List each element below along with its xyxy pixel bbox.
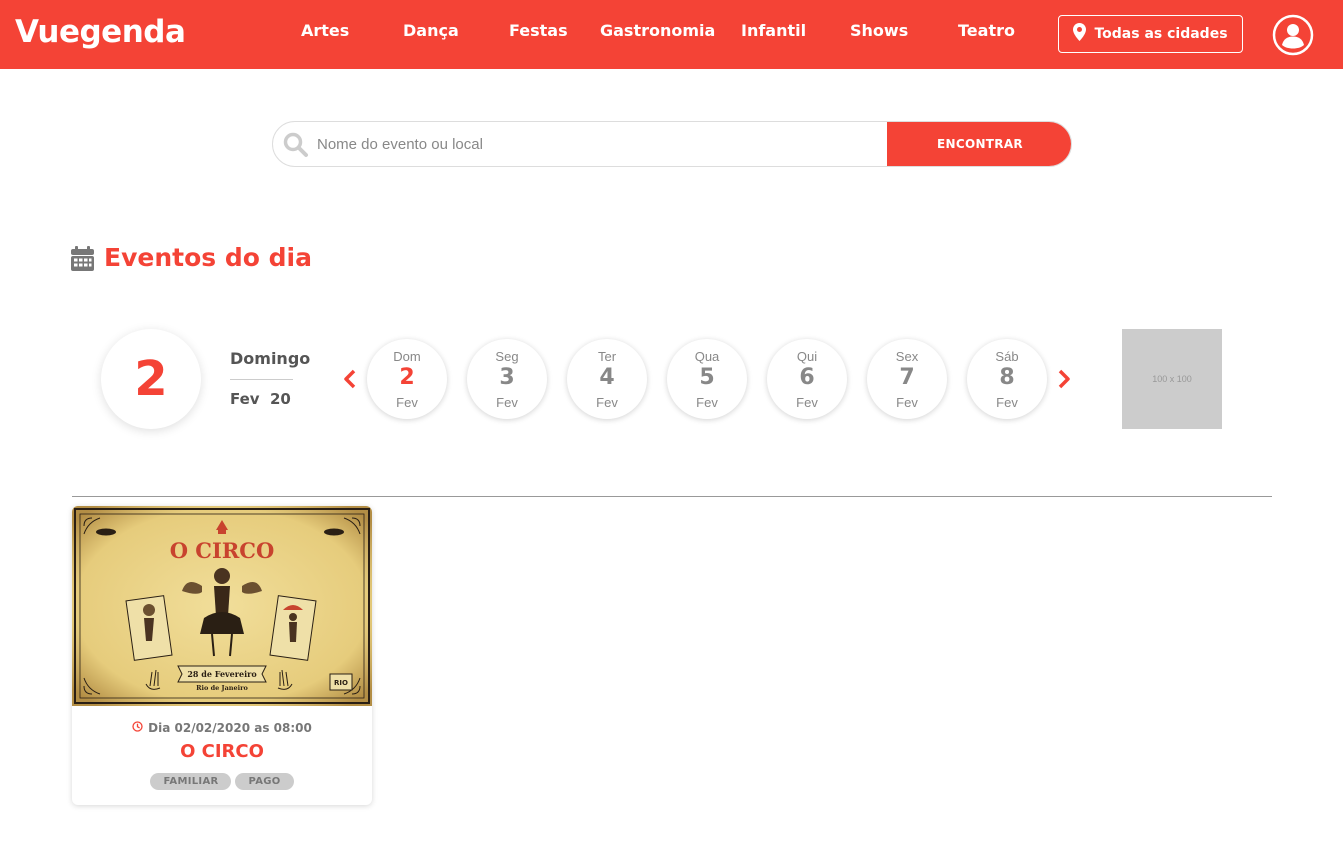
tag-badge[interactable]: FAMILIAR — [150, 773, 232, 790]
user-account-button[interactable] — [1272, 14, 1314, 56]
ad-size-label: 100 x 100 — [1152, 374, 1192, 384]
day-option[interactable]: Dom 2 Fev — [367, 339, 447, 419]
user-circle-icon — [1272, 14, 1314, 60]
day-number: 6 — [799, 365, 815, 390]
city-select-button[interactable]: Todas as cidades — [1058, 15, 1243, 53]
nav-item-teatro[interactable]: Teatro — [958, 21, 1015, 40]
day-number: 8 — [999, 365, 1015, 390]
event-poster-image: O CIRCO 28 de Fevereiro Rio de Janeiro R… — [72, 506, 372, 706]
site-logo[interactable]: Vuegenda — [15, 14, 186, 50]
ad-placeholder[interactable]: 100 x 100 — [1122, 329, 1222, 429]
day-option[interactable]: Seg 3 Fev — [467, 339, 547, 419]
section-title: Eventos do dia — [104, 243, 312, 272]
calendar-icon — [71, 246, 94, 271]
day-weekday: Qua — [694, 349, 720, 364]
day-month: Fev — [396, 395, 418, 410]
nav-item-artes[interactable]: Artes — [301, 21, 349, 40]
day-month: Fev — [996, 395, 1018, 410]
chevron-left-icon[interactable] — [342, 369, 358, 389]
day-weekday: Sex — [895, 349, 919, 364]
city-select-label: Todas as cidades — [1094, 26, 1228, 42]
search-submit-button[interactable]: ENCONTRAR — [887, 122, 1071, 166]
day-month: Fev — [896, 395, 918, 410]
event-datetime-text: Dia 02/02/2020 as 08:00 — [148, 721, 312, 735]
day-weekday: Seg — [495, 349, 519, 364]
day-month: Fev — [596, 395, 618, 410]
current-month: Fev — [230, 390, 260, 408]
clock-icon — [132, 721, 143, 735]
day-weekday: Qui — [796, 349, 818, 364]
event-tags: FAMILIAR PAGO — [72, 773, 372, 790]
poster-title: O CIRCO — [170, 538, 275, 563]
day-month: Fev — [696, 395, 718, 410]
day-weekday: Sáb — [995, 349, 1019, 364]
current-weekday: Domingo — [230, 349, 311, 368]
nav-item-festas[interactable]: Festas — [509, 21, 568, 40]
day-number: 2 — [399, 365, 415, 390]
day-option[interactable]: Sex 7 Fev — [867, 339, 947, 419]
poster-place: Rio de Janeiro — [196, 684, 248, 692]
current-year: 20 — [270, 390, 291, 408]
chevron-right-icon[interactable] — [1056, 369, 1072, 389]
day-option[interactable]: Sáb 8 Fev — [967, 339, 1047, 419]
event-datetime: Dia 02/02/2020 as 08:00 — [72, 721, 372, 735]
map-pin-icon — [1073, 22, 1087, 46]
tag-badge[interactable]: PAGO — [235, 773, 294, 790]
day-weekday: Dom — [393, 349, 421, 364]
nav-item-danca[interactable]: Dança — [403, 21, 459, 40]
date-divider — [230, 379, 293, 380]
nav-item-infantil[interactable]: Infantil — [741, 21, 806, 40]
search-icon — [283, 132, 309, 158]
day-option[interactable]: Qua 5 Fev — [667, 339, 747, 419]
day-number: 4 — [599, 365, 615, 390]
nav-item-shows[interactable]: Shows — [850, 21, 908, 40]
poster-logo: RIO — [334, 679, 348, 687]
day-weekday: Ter — [597, 349, 617, 364]
event-title[interactable]: O CIRCO — [72, 741, 372, 762]
day-month: Fev — [496, 395, 518, 410]
top-navbar: Vuegenda Artes Dança Festas Gastronomia … — [0, 0, 1343, 69]
poster-date: 28 de Fevereiro — [187, 669, 257, 679]
day-month: Fev — [796, 395, 818, 410]
day-number: 5 — [699, 365, 715, 390]
day-number: 3 — [499, 365, 515, 390]
search-input[interactable] — [317, 122, 887, 166]
section-divider — [72, 496, 1272, 497]
current-day-circle: 2 — [101, 329, 201, 429]
nav-item-gastronomia[interactable]: Gastronomia — [600, 21, 715, 40]
day-number: 7 — [899, 365, 915, 390]
day-option[interactable]: Ter 4 Fev — [567, 339, 647, 419]
search-bar: ENCONTRAR — [272, 121, 1072, 167]
day-option[interactable]: Qui 6 Fev — [767, 339, 847, 419]
event-card[interactable]: O CIRCO 28 de Fevereiro Rio de Janeiro R… — [72, 506, 372, 805]
